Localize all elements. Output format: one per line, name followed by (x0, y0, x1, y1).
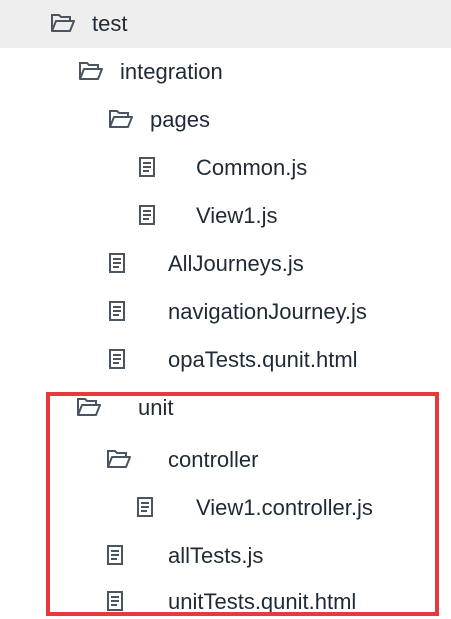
document-icon (106, 544, 132, 566)
tree-item-navigationjourney-js[interactable]: navigationJourney.js (0, 288, 451, 336)
file-tree: test integration pages Common.js View1.j… (0, 0, 451, 619)
tree-item-label: pages (150, 107, 210, 132)
tree-item-label: unitTests.qunit.html (168, 589, 357, 614)
tree-item-alljourneys-js[interactable]: AllJourneys.js (0, 240, 451, 288)
tree-item-integration[interactable]: integration (0, 48, 451, 96)
tree-item-alltests-js[interactable]: allTests.js (0, 532, 451, 580)
folder-open-icon (106, 448, 132, 470)
folder-open-icon (50, 12, 76, 34)
document-icon (106, 590, 132, 612)
document-icon (138, 156, 164, 178)
document-icon (136, 496, 162, 518)
folder-open-icon (76, 396, 102, 418)
tree-item-label: controller (168, 447, 259, 472)
tree-item-common-js[interactable]: Common.js (0, 144, 451, 192)
tree-item-label: navigationJourney.js (168, 299, 367, 324)
tree-item-label: Common.js (196, 155, 308, 180)
document-icon (108, 252, 134, 274)
tree-item-label: integration (120, 59, 223, 84)
tree-item-label: test (92, 11, 128, 36)
tree-item-label: opaTests.qunit.html (168, 347, 358, 372)
tree-item-unit[interactable]: unit (0, 384, 451, 432)
tree-item-pages[interactable]: pages (0, 96, 451, 144)
folder-open-icon (78, 60, 104, 82)
document-icon (108, 348, 134, 370)
folder-open-icon (108, 108, 134, 130)
tree-item-label: View1.js (196, 203, 278, 228)
tree-item-unittests-qunit-html[interactable]: unitTests.qunit.html (0, 578, 451, 619)
document-icon (108, 300, 134, 322)
document-icon (138, 204, 164, 226)
tree-item-view1-controller-js[interactable]: View1.controller.js (0, 484, 451, 532)
tree-item-controller[interactable]: controller (0, 436, 451, 484)
tree-item-label: AllJourneys.js (168, 251, 304, 276)
tree-item-opatests-qunit-html[interactable]: opaTests.qunit.html (0, 336, 451, 384)
tree-item-view1-js[interactable]: View1.js (0, 192, 451, 240)
tree-item-label: allTests.js (168, 543, 264, 568)
tree-item-test[interactable]: test (0, 0, 451, 48)
tree-item-label: View1.controller.js (196, 495, 373, 520)
tree-item-label: unit (138, 395, 174, 420)
